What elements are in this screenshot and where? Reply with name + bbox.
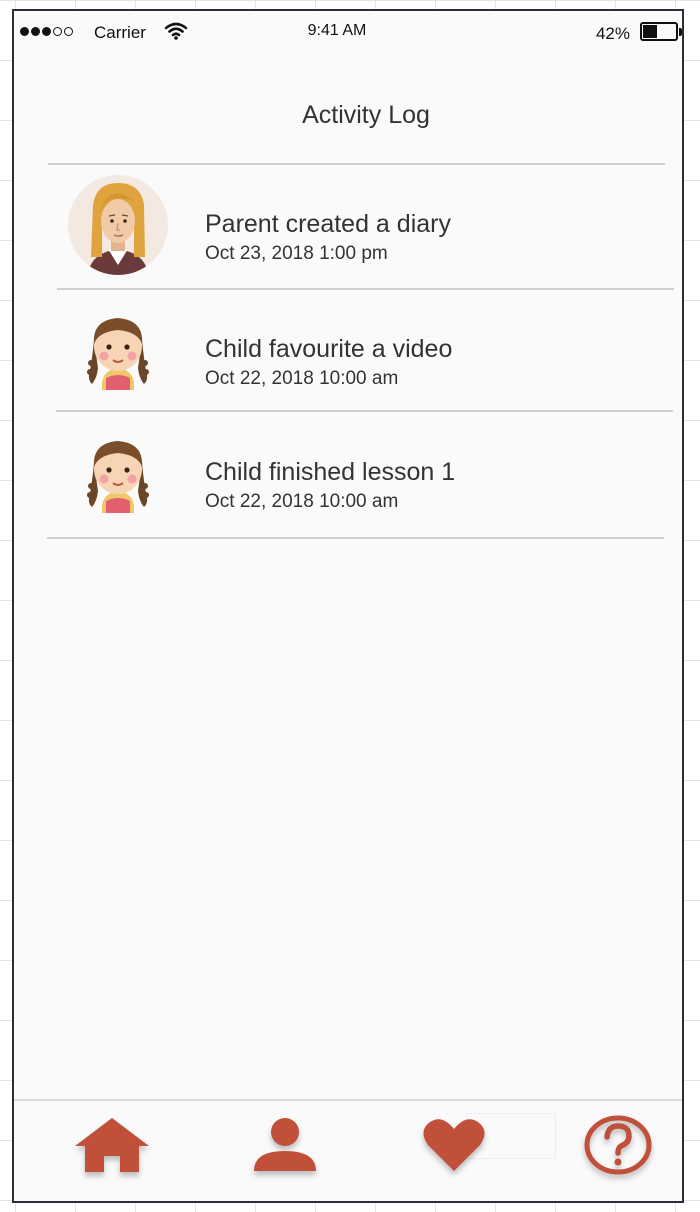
profile-icon [252,1117,318,1178]
parent-avatar [68,175,168,275]
activity-date: Oct 22, 2018 10:00 am [205,491,399,512]
activity-title: Child finished lesson 1 [205,458,456,486]
heart-icon [422,1117,486,1178]
battery-level-fill [643,25,658,38]
battery-icon [640,22,678,41]
tab-bar [14,1099,682,1201]
activity-row[interactable]: Parent created a diary Oct 23, 2018 1:00… [14,165,674,289]
tab-profile[interactable] [245,1115,325,1179]
tab-favourites[interactable] [414,1115,494,1179]
activity-row[interactable]: Child finished lesson 1 Oct 22, 2018 10:… [14,413,674,537]
status-bar: Carrier 9:41 AM 42% [14,11,682,55]
tab-home[interactable] [72,1115,152,1179]
battery-percent: 42% [595,24,630,43]
phone-frame: Carrier 9:41 AM 42% Activity Log Parent … [12,9,684,1203]
page-title: Activity Log [302,101,430,129]
tab-help[interactable] [578,1115,658,1179]
activity-date: Oct 23, 2018 1:00 pm [205,243,388,264]
activity-date: Oct 22, 2018 10:00 am [205,368,399,389]
child-avatar [68,300,168,400]
child-avatar [68,423,168,523]
home-icon [73,1116,151,1179]
help-icon [583,1114,653,1181]
status-time: 9:41 AM [307,22,367,39]
activity-title: Parent created a diary [205,210,451,238]
battery-cap [679,28,682,36]
activity-title: Child favourite a video [205,335,453,363]
activity-row[interactable]: Child favourite a video Oct 22, 2018 10:… [14,290,674,414]
divider [56,410,673,412]
divider [47,537,664,539]
